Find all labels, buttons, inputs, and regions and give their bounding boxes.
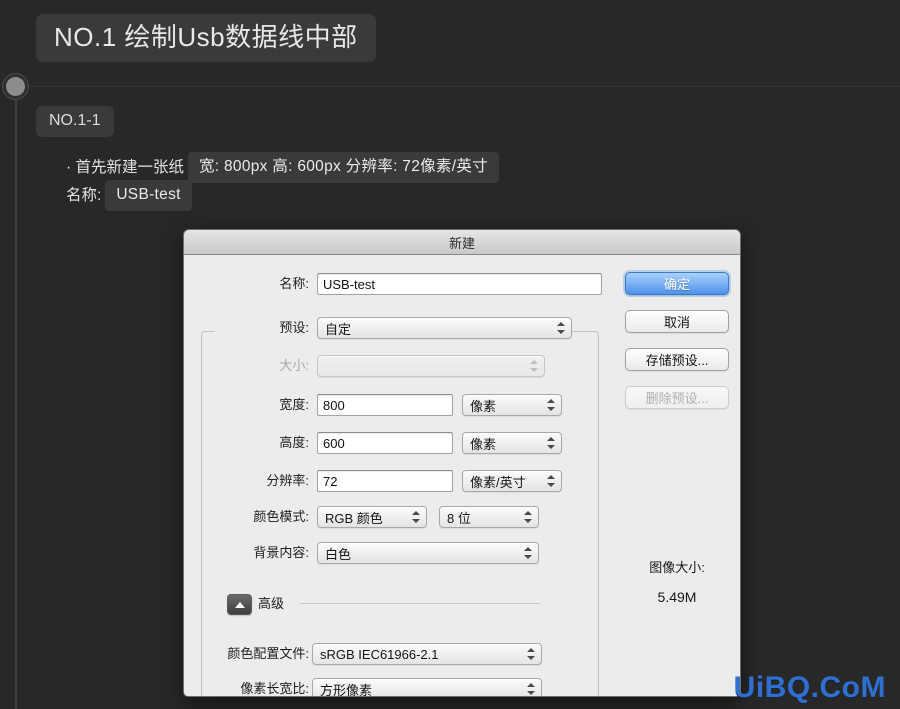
timeline-horizontal-rule bbox=[28, 86, 900, 87]
chevron-updown-icon bbox=[547, 397, 555, 413]
chevron-updown-icon bbox=[547, 435, 555, 451]
background-contents-value: 白色 bbox=[325, 546, 352, 562]
name-input[interactable]: USB-test bbox=[317, 273, 602, 295]
chevron-updown-icon bbox=[524, 509, 532, 525]
color-profile-label: 颜色配置文件: bbox=[227, 646, 309, 661]
advanced-disclosure-toggle[interactable] bbox=[227, 594, 252, 615]
image-size-value: 5.49M bbox=[657, 589, 697, 605]
note-name-chip: USB-test bbox=[105, 180, 192, 211]
timeline-vertical-line bbox=[15, 86, 17, 709]
dialog-titlebar: 新建 bbox=[184, 230, 740, 255]
color-mode-select[interactable]: RGB 颜色 bbox=[317, 506, 427, 528]
preset-select[interactable]: 自定 bbox=[317, 317, 572, 339]
color-profile-value: sRGB IEC61966-2.1 bbox=[320, 646, 439, 662]
new-document-dialog: 新建 名称: USB-test 预设: 自定 大小: 宽度: 800 像素 高度… bbox=[183, 229, 741, 697]
width-unit-value: 像素 bbox=[470, 398, 497, 414]
chevron-updown-icon bbox=[524, 545, 532, 561]
ok-button[interactable]: 确定 bbox=[625, 272, 729, 295]
width-label: 宽度: bbox=[279, 397, 309, 412]
substep-tag: NO.1-1 bbox=[36, 106, 114, 137]
pixel-aspect-label: 像素长宽比: bbox=[240, 681, 309, 696]
width-unit-select[interactable]: 像素 bbox=[462, 394, 562, 416]
step-title-tag: NO.1 绘制Usb数据线中部 bbox=[36, 14, 376, 62]
site-watermark: UiBQ.CoM bbox=[733, 671, 886, 704]
tutorial-page: NO.1 绘制Usb数据线中部 NO.1-1 · 首先新建一张纸 宽: 800px… bbox=[0, 0, 900, 709]
name-label: 名称: bbox=[279, 276, 309, 291]
preset-label: 预设: bbox=[279, 320, 309, 335]
advanced-label: 高级 bbox=[258, 596, 285, 611]
dialog-title: 新建 bbox=[448, 235, 475, 251]
chevron-updown-icon bbox=[530, 358, 538, 374]
resolution-input[interactable]: 72 bbox=[317, 470, 453, 492]
note-name-label: 名称: bbox=[66, 186, 102, 204]
background-contents-select[interactable]: 白色 bbox=[317, 542, 539, 564]
note-line-specs: · 首先新建一张纸 宽: 800px 高: 600px 分辨率: 72像素/英寸 bbox=[62, 152, 499, 183]
height-unit-value: 像素 bbox=[470, 436, 497, 452]
dialog-body: 名称: USB-test 预设: 自定 大小: 宽度: 800 像素 高度: 6… bbox=[184, 255, 740, 696]
color-profile-select[interactable]: sRGB IEC61966-2.1 bbox=[312, 643, 542, 665]
resolution-label: 分辨率: bbox=[266, 473, 309, 488]
chevron-updown-icon bbox=[412, 509, 420, 525]
note-prefix-text: · 首先新建一张纸 bbox=[66, 158, 184, 176]
delete-preset-button: 删除预设... bbox=[625, 386, 729, 409]
note-specs-chip: 宽: 800px 高: 600px 分辨率: 72像素/英寸 bbox=[187, 152, 499, 183]
resolution-unit-value: 像素/英寸 bbox=[470, 474, 526, 490]
height-label: 高度: bbox=[279, 435, 309, 450]
chevron-updown-icon bbox=[527, 681, 535, 696]
pixel-aspect-select[interactable]: 方形像素 bbox=[312, 678, 542, 697]
image-size-label: 图像大小: bbox=[649, 560, 705, 575]
note-line-name: 名称: USB-test bbox=[62, 180, 192, 211]
size-label: 大小: bbox=[279, 358, 309, 373]
bit-depth-select[interactable]: 8 位 bbox=[439, 506, 539, 528]
color-mode-label: 颜色模式: bbox=[253, 509, 309, 524]
save-preset-button[interactable]: 存储预设... bbox=[625, 348, 729, 371]
chevron-updown-icon bbox=[547, 473, 555, 489]
bit-depth-value: 8 位 bbox=[447, 510, 471, 526]
height-unit-select[interactable]: 像素 bbox=[462, 432, 562, 454]
preset-select-value: 自定 bbox=[325, 321, 352, 337]
background-contents-label: 背景内容: bbox=[253, 545, 309, 560]
timeline-node-dot bbox=[6, 77, 25, 96]
width-input[interactable]: 800 bbox=[317, 394, 453, 416]
color-mode-value: RGB 颜色 bbox=[325, 510, 383, 526]
chevron-updown-icon bbox=[527, 646, 535, 662]
pixel-aspect-value: 方形像素 bbox=[320, 682, 373, 697]
size-select bbox=[317, 355, 545, 377]
height-input[interactable]: 600 bbox=[317, 432, 453, 454]
chevron-updown-icon bbox=[557, 320, 565, 336]
advanced-divider bbox=[300, 603, 540, 604]
cancel-button[interactable]: 取消 bbox=[625, 310, 729, 333]
resolution-unit-select[interactable]: 像素/英寸 bbox=[462, 470, 562, 492]
